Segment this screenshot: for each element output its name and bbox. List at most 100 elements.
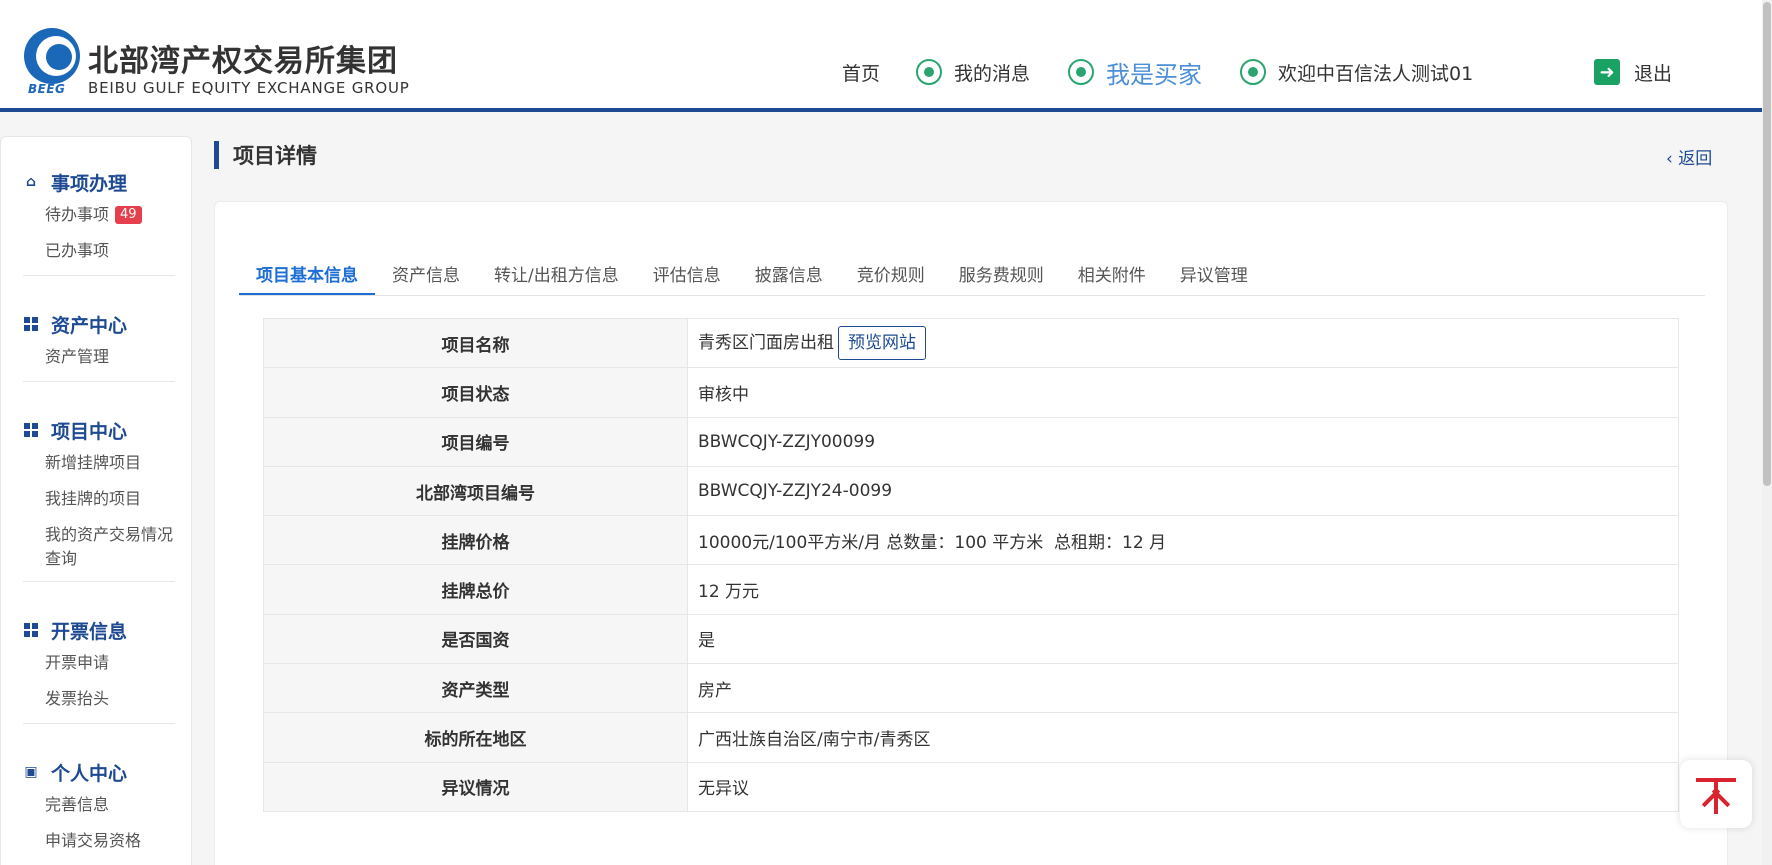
logout-icon: ➜ bbox=[1594, 59, 1620, 85]
home-icon: ⌂ bbox=[25, 174, 37, 190]
title-accent-bar bbox=[214, 141, 219, 169]
project-name-value: 青秀区门面房出租 bbox=[698, 333, 834, 354]
sidebar-group-title[interactable]: 项目中心 bbox=[23, 415, 175, 445]
tab-valuation-info[interactable]: 评估信息 bbox=[636, 256, 738, 295]
row-value: 青秀区门面房出租 预览网站 bbox=[687, 317, 1679, 369]
row-key: 北部湾项目编号 bbox=[263, 465, 688, 517]
table-row: 挂牌价格 10000元/100平方米/月 总数量：100 平方米 总租期：12 … bbox=[263, 515, 1679, 566]
nav-home-label: 首页 bbox=[842, 62, 881, 85]
row-key: 项目名称 bbox=[263, 317, 688, 369]
nav-messages-label: 我的消息 bbox=[954, 62, 1031, 85]
sidebar: ⌂ 事项办理 待办事项 49 已办事项 资产中心 资产管理 项目中心 新增挂牌项目… bbox=[0, 136, 192, 865]
sidebar-group-projects: 项目中心 新增挂牌项目 我挂牌的项目 我的资产交易情况查询 bbox=[23, 415, 175, 582]
sidebar-item-invoice-title[interactable]: 发票抬头 bbox=[23, 681, 175, 717]
sidebar-item-my-listings[interactable]: 我挂牌的项目 bbox=[23, 481, 175, 517]
sidebar-group-assets: 资产中心 资产管理 bbox=[23, 309, 175, 382]
row-key: 项目编号 bbox=[263, 416, 688, 467]
row-value: 12 万元 bbox=[687, 564, 1679, 615]
sidebar-group-personal: ▣ 个人中心 完善信息 申请交易资格 bbox=[23, 757, 175, 859]
grid-icon bbox=[23, 316, 39, 332]
detail-tabs: 项目基本信息 资产信息 转让/出租方信息 评估信息 披露信息 竞价规则 服务费规… bbox=[239, 256, 1705, 296]
back-link[interactable]: ‹ 返回 bbox=[1666, 144, 1712, 169]
sidebar-group-title[interactable]: ⌂ 事项办理 bbox=[23, 167, 175, 197]
row-key: 挂牌总价 bbox=[263, 564, 688, 615]
table-row: 资产类型 房产 bbox=[263, 663, 1679, 714]
sidebar-group-tasks: ⌂ 事项办理 待办事项 49 已办事项 bbox=[23, 167, 175, 276]
tab-asset-info[interactable]: 资产信息 bbox=[375, 256, 477, 295]
sidebar-item-todo[interactable]: 待办事项 49 bbox=[23, 197, 175, 233]
divider bbox=[23, 581, 175, 582]
logo-english-name: BEIBU GULF EQUITY EXCHANGE GROUP bbox=[88, 79, 410, 97]
table-row: 挂牌总价 12 万元 bbox=[263, 564, 1679, 615]
sidebar-item-done[interactable]: 已办事项 bbox=[23, 233, 175, 269]
top-header: BEEG 北部湾产权交易所集团 BEIBU GULF EQUITY EXCHAN… bbox=[0, 0, 1762, 112]
logo-mark-icon bbox=[24, 28, 80, 84]
divider bbox=[23, 275, 175, 276]
page-title: 项目详情 bbox=[233, 144, 317, 168]
logo-chinese-name: 北部湾产权交易所集团 bbox=[88, 44, 398, 79]
page-header: 项目详情 bbox=[214, 140, 317, 170]
tab-disclosure-info[interactable]: 披露信息 bbox=[738, 256, 840, 295]
row-value: 房产 bbox=[687, 663, 1679, 714]
bell-icon bbox=[916, 59, 942, 85]
row-key: 项目状态 bbox=[263, 367, 688, 418]
user-icon bbox=[1068, 59, 1094, 85]
nav-home-link[interactable]: 首页 bbox=[842, 56, 880, 88]
sidebar-item-complete-info[interactable]: 完善信息 bbox=[23, 787, 175, 823]
row-value: BBWCQJY-ZZJY00099 bbox=[687, 416, 1679, 467]
project-info-table: 项目名称 青秀区门面房出租 预览网站 项目状态 审核中 项目编号 BBWCQJY-… bbox=[263, 317, 1679, 812]
sidebar-item-apply-qualification[interactable]: 申请交易资格 bbox=[23, 823, 175, 859]
divider bbox=[23, 723, 175, 724]
tab-basic-info[interactable]: 项目基本信息 bbox=[239, 256, 375, 295]
nav-buyer-link[interactable]: 我是买家 bbox=[1068, 56, 1202, 89]
sidebar-item-new-listing[interactable]: 新增挂牌项目 bbox=[23, 445, 175, 481]
table-row: 项目编号 BBWCQJY-ZZJY00099 bbox=[263, 416, 1679, 467]
divider bbox=[23, 381, 175, 382]
grid-icon bbox=[23, 422, 39, 438]
contact-book-icon: ▣ bbox=[24, 764, 38, 780]
nav-messages-link[interactable]: 我的消息 bbox=[916, 56, 1030, 88]
row-value: 无异议 bbox=[687, 761, 1679, 812]
table-row: 异议情况 无异议 bbox=[263, 761, 1679, 812]
sidebar-item-asset-management[interactable]: 资产管理 bbox=[23, 339, 175, 375]
preview-website-button[interactable]: 预览网站 bbox=[838, 326, 926, 361]
sidebar-item-invoice-request[interactable]: 开票申请 bbox=[23, 645, 175, 681]
table-row: 项目状态 审核中 bbox=[263, 367, 1679, 418]
logo-abbr: BEEG bbox=[28, 82, 66, 96]
table-row: 北部湾项目编号 BBWCQJY-ZZJY24-0099 bbox=[263, 465, 1679, 517]
tab-service-fee-rules[interactable]: 服务费规则 bbox=[942, 256, 1061, 295]
tab-attachments[interactable]: 相关附件 bbox=[1061, 256, 1163, 295]
user-icon bbox=[1240, 59, 1266, 85]
row-value: 10000元/100平方米/月 总数量：100 平方米 总租期：12 月 bbox=[687, 515, 1679, 566]
sidebar-group-title[interactable]: 开票信息 bbox=[23, 615, 175, 645]
row-value: 审核中 bbox=[687, 367, 1679, 418]
sidebar-item-trade-query[interactable]: 我的资产交易情况查询 bbox=[23, 517, 175, 575]
project-detail-panel: 项目基本信息 资产信息 转让/出租方信息 评估信息 披露信息 竞价规则 服务费规… bbox=[214, 201, 1728, 865]
row-value: 广西壮族自治区/南宁市/青秀区 bbox=[687, 712, 1679, 763]
table-row: 标的所在地区 广西壮族自治区/南宁市/青秀区 bbox=[263, 712, 1679, 763]
nav-buyer-label: 我是买家 bbox=[1106, 60, 1202, 89]
logout-button[interactable]: ➜ 退出 bbox=[1594, 56, 1672, 88]
tab-bidding-rules[interactable]: 竞价规则 bbox=[840, 256, 942, 295]
row-key: 异议情况 bbox=[263, 761, 688, 812]
sidebar-group-title[interactable]: 资产中心 bbox=[23, 309, 175, 339]
scrollbar-thumb[interactable] bbox=[1763, 2, 1771, 486]
row-key: 标的所在地区 bbox=[263, 712, 688, 763]
tab-objection-management[interactable]: 异议管理 bbox=[1163, 256, 1265, 295]
back-to-top-button[interactable] bbox=[1680, 760, 1752, 828]
row-key: 挂牌价格 bbox=[263, 515, 688, 566]
nav-welcome-user[interactable]: 欢迎中百信法人测试01 bbox=[1240, 56, 1473, 88]
table-row: 项目名称 青秀区门面房出租 预览网站 bbox=[263, 317, 1679, 369]
row-key: 是否国资 bbox=[263, 613, 688, 665]
row-key: 资产类型 bbox=[263, 663, 688, 714]
row-value: 是 bbox=[687, 613, 1679, 665]
row-value: BBWCQJY-ZZJY24-0099 bbox=[687, 465, 1679, 517]
todo-count-badge: 49 bbox=[115, 206, 142, 224]
grid-icon bbox=[23, 622, 39, 638]
sidebar-group-title[interactable]: ▣ 个人中心 bbox=[23, 757, 175, 787]
page-scrollbar[interactable] bbox=[1762, 0, 1772, 865]
chevron-left-icon: ‹ bbox=[1666, 149, 1679, 169]
tab-transferor-info[interactable]: 转让/出租方信息 bbox=[477, 256, 636, 295]
sidebar-group-invoices: 开票信息 开票申请 发票抬头 bbox=[23, 615, 175, 724]
brand-logo[interactable]: BEEG 北部湾产权交易所集团 BEIBU GULF EQUITY EXCHAN… bbox=[24, 28, 424, 98]
